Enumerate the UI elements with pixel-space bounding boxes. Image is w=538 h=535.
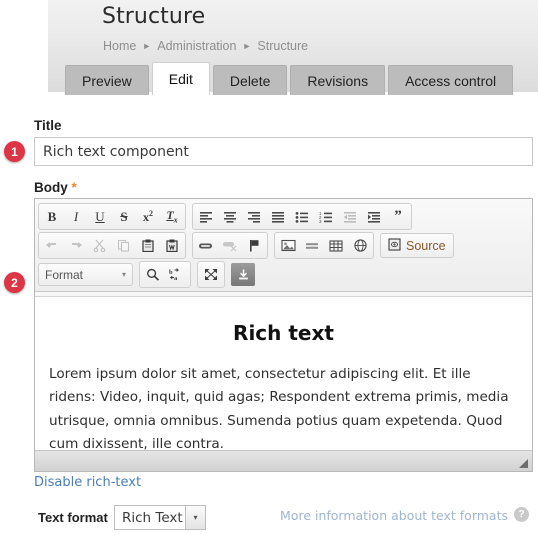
editor-paragraph: Lorem ipsum dolor sit amet, consectetur … xyxy=(49,366,509,450)
save-download-icon[interactable] xyxy=(231,263,255,286)
step-badge-1: 1 xyxy=(4,141,25,162)
breadcrumb-item-structure[interactable]: Structure xyxy=(257,39,308,53)
tab-access-control[interactable]: Access control xyxy=(388,65,514,95)
indent-icon[interactable] xyxy=(362,205,386,228)
cut-icon[interactable] xyxy=(88,234,112,257)
superscript-icon[interactable]: x2 xyxy=(136,205,160,228)
page-title: Structure xyxy=(102,4,206,29)
breadcrumb-item-administration[interactable]: Administration xyxy=(157,39,236,53)
italic-icon[interactable]: I xyxy=(64,205,88,228)
toolbar-group-basic-styles: B I U S x2 Tx xyxy=(38,203,186,230)
breadcrumb-separator-icon: ► xyxy=(242,41,252,51)
toolbar-group-find: ba xyxy=(139,261,191,288)
outdent-icon[interactable] xyxy=(338,205,362,228)
maximize-icon[interactable] xyxy=(199,263,223,286)
find-search-icon[interactable] xyxy=(141,263,165,286)
link-icon[interactable] xyxy=(194,234,218,257)
more-information-link[interactable]: More information about text formats xyxy=(280,508,508,523)
resize-grip-icon[interactable] xyxy=(516,456,529,469)
toolbar-row-1: B I U S x2 Tx 1 2 3 ” xyxy=(38,203,529,230)
step-badge-2: 2 xyxy=(4,272,25,293)
help-icon[interactable]: ? xyxy=(514,507,529,522)
replace-icon[interactable]: ba xyxy=(165,263,189,286)
toolbar-row-3: Format ▾ ba xyxy=(38,261,529,288)
paste-icon[interactable] xyxy=(136,234,160,257)
source-document-icon xyxy=(388,237,401,254)
bold-icon[interactable]: B xyxy=(40,205,64,228)
unlink-icon[interactable] xyxy=(218,234,242,257)
tab-revisions[interactable]: Revisions xyxy=(290,65,386,95)
align-justify-icon[interactable] xyxy=(266,205,290,228)
tab-delete[interactable]: Delete xyxy=(212,65,288,95)
title-input[interactable] xyxy=(34,137,533,166)
undo-icon[interactable] xyxy=(40,234,64,257)
iframe-globe-icon[interactable] xyxy=(348,234,372,257)
toolbar-group-insert xyxy=(274,232,374,259)
align-right-icon[interactable] xyxy=(242,205,266,228)
align-center-icon[interactable] xyxy=(218,205,242,228)
numbered-list-icon[interactable]: 123 xyxy=(314,205,338,228)
underline-icon[interactable]: U xyxy=(88,205,112,228)
editor-content-area[interactable]: Rich text Lorem ipsum dolor sit amet, co… xyxy=(35,296,532,450)
svg-text:3: 3 xyxy=(319,219,322,223)
anchor-flag-icon[interactable] xyxy=(242,234,266,257)
bulleted-list-icon[interactable] xyxy=(290,205,314,228)
format-select-label: Format xyxy=(45,267,84,282)
table-icon[interactable] xyxy=(324,234,348,257)
svg-text:a: a xyxy=(174,275,178,281)
breadcrumb-item-home[interactable]: Home xyxy=(103,39,136,53)
source-button-label: Source xyxy=(406,238,446,253)
text-format-label: Text format xyxy=(38,510,108,525)
breadcrumb-separator-icon: ► xyxy=(142,41,152,51)
align-left-icon[interactable] xyxy=(194,205,218,228)
required-marker: * xyxy=(71,180,77,195)
chevron-down-icon: ▾ xyxy=(121,270,126,279)
blockquote-icon[interactable]: ” xyxy=(386,205,410,228)
tab-bar: Preview Edit Delete Revisions Access con… xyxy=(65,62,516,95)
horizontal-rule-icon[interactable] xyxy=(300,234,324,257)
strikethrough-icon[interactable]: S xyxy=(112,205,136,228)
title-label: Title xyxy=(34,118,62,133)
toolbar-group-view xyxy=(197,261,225,288)
format-select[interactable]: Format ▾ xyxy=(38,263,133,286)
redo-icon[interactable] xyxy=(64,234,88,257)
source-button[interactable]: Source xyxy=(380,233,454,258)
toolbar-group-clipboard xyxy=(38,232,186,259)
text-format-dropdown-arrow-icon[interactable]: ▾ xyxy=(185,505,206,530)
breadcrumb: Home ► Administration ► Structure xyxy=(103,39,308,53)
paste-from-word-icon[interactable] xyxy=(160,234,184,257)
disable-rich-text-link[interactable]: Disable rich-text xyxy=(34,475,141,490)
copy-icon[interactable] xyxy=(112,234,136,257)
body-label-text: Body xyxy=(34,180,68,195)
svg-text:b: b xyxy=(169,269,173,276)
tab-preview[interactable]: Preview xyxy=(65,65,149,95)
tab-edit[interactable]: Edit xyxy=(151,62,210,95)
editor-status-bar xyxy=(35,450,532,471)
editor-toolbar: B I U S x2 Tx 1 2 3 ” Source Format ▾ b … xyxy=(35,199,532,292)
toolbar-row-2: Source xyxy=(38,232,529,259)
image-icon[interactable] xyxy=(276,234,300,257)
rich-text-editor: B I U S x2 Tx 1 2 3 ” Source Format ▾ b … xyxy=(34,198,533,472)
body-label: Body * xyxy=(34,180,77,195)
toolbar-group-links xyxy=(192,232,268,259)
editor-heading: Rich text xyxy=(233,321,334,345)
page-root: Structure Home ► Administration ► Struct… xyxy=(0,0,538,535)
remove-format-icon[interactable]: Tx xyxy=(160,205,184,228)
toolbar-group-paragraph: 123 ” xyxy=(192,203,412,230)
